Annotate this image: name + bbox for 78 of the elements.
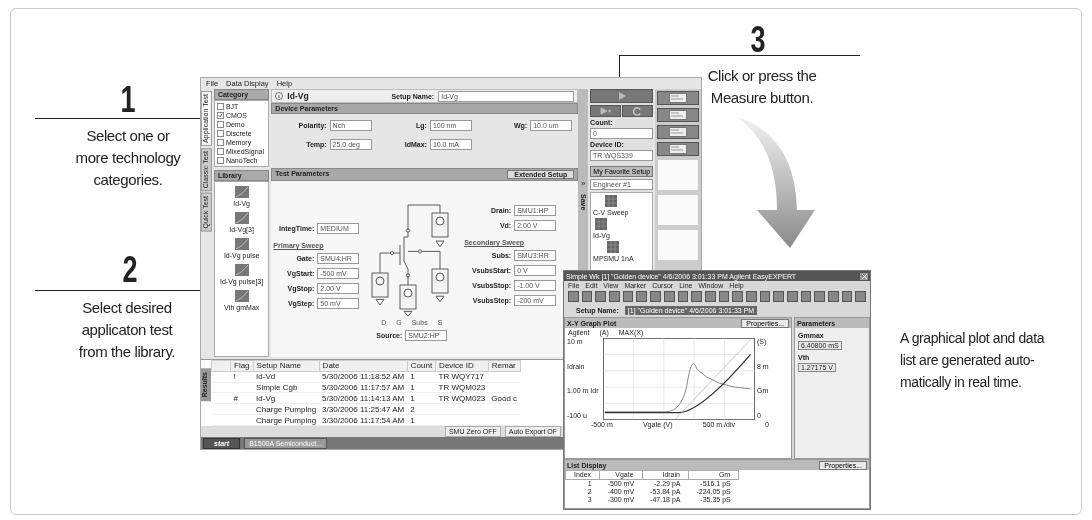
toolbar-icon[interactable] <box>759 291 771 302</box>
callout-text: Select one or more technology categories. <box>74 126 182 190</box>
graph-thumbnail-icon[interactable] <box>234 238 249 250</box>
toolbar-icon[interactable] <box>581 291 593 302</box>
table-cell: 1 <box>407 371 436 383</box>
table-cell: 5/30/2006 11:17:57 AM <box>319 382 408 393</box>
close-icon <box>861 273 867 279</box>
toolbar-icon[interactable] <box>595 291 607 302</box>
window-layout-icon[interactable] <box>657 91 699 105</box>
toolbar-icon[interactable] <box>814 291 826 302</box>
table-cell: Good c <box>488 393 521 404</box>
table-cell: Id-Vg <box>253 393 320 404</box>
toolbar-icon[interactable] <box>800 291 812 302</box>
table-cell: 5/30/2006 11:18:52 AM <box>319 371 408 383</box>
column-header[interactable]: Flag <box>230 360 254 372</box>
close-button[interactable] <box>860 272 868 280</box>
step-number: 3 <box>750 22 766 58</box>
refresh-icon <box>633 106 643 116</box>
toolbar-icon[interactable] <box>718 291 730 302</box>
column-header[interactable]: Device ID <box>435 360 489 372</box>
step-number: 1 <box>120 82 136 118</box>
graph-thumbnail-icon[interactable] <box>234 186 249 198</box>
toolbar-icon[interactable] <box>622 291 634 302</box>
grid-thumbnail-icon[interactable] <box>595 218 608 230</box>
toolbar-icon[interactable] <box>704 291 716 302</box>
toolbar-icon[interactable] <box>677 291 689 302</box>
table-cell: TR WQM023 <box>435 393 489 404</box>
grid-thumbnail-icon[interactable] <box>604 195 617 207</box>
grid-thumbnail-icon[interactable] <box>607 241 620 253</box>
table-cell: ! <box>230 371 254 383</box>
table-cell: Id-Vd <box>253 371 320 383</box>
checkbox[interactable] <box>216 130 224 137</box>
table-cell: TR WQY717 <box>435 371 489 383</box>
measure-button[interactable] <box>590 89 654 103</box>
table-cell: 1 <box>407 393 436 404</box>
graph-thumbnail-icon[interactable] <box>234 264 249 276</box>
window-layout-icon[interactable] <box>657 142 699 156</box>
checkbox[interactable] <box>216 103 224 110</box>
setup-title: Id-Vg <box>287 91 309 101</box>
append-button[interactable] <box>590 105 622 117</box>
toolbar-icon[interactable] <box>745 291 757 302</box>
table-cell: 1 <box>407 382 436 393</box>
callout-text: Select desired applicaton test from the library. <box>77 298 177 362</box>
table-cell: # <box>230 393 254 404</box>
checkbox[interactable] <box>216 139 224 146</box>
column-header[interactable]: Setup Name <box>253 360 320 372</box>
window-layout-icon[interactable] <box>657 125 699 139</box>
info-icon <box>275 92 284 100</box>
graph-thumbnail-icon[interactable] <box>234 290 249 302</box>
table-cell: 5/30/2006 11:14:13 AM <box>319 393 408 404</box>
repeat-button[interactable] <box>622 105 654 117</box>
toolbar-icon[interactable] <box>636 291 648 302</box>
table-cell: 3/30/2006 11:17:54 AM <box>319 414 408 426</box>
toolbar-icon[interactable] <box>663 291 675 302</box>
column-header[interactable]: Date <box>319 360 408 372</box>
graph-thumbnail-icon[interactable] <box>234 212 249 224</box>
play-plus-icon <box>599 107 612 115</box>
table-cell: Simple Cgb <box>253 382 320 393</box>
checkbox[interactable] <box>216 112 224 119</box>
callout-text: A graphical plot and data list are generated auto- matically in real time. <box>900 329 1046 392</box>
table-cell: 2 <box>407 403 436 415</box>
checkbox[interactable] <box>216 121 224 128</box>
table-cell: Charge Pumping <box>253 414 320 426</box>
table-cell: 3/30/2006 11:25:47 AM <box>319 403 408 415</box>
expand-glyph[interactable]: » <box>580 179 586 188</box>
step-number: 2 <box>122 252 138 288</box>
window-layout-icon[interactable] <box>657 108 699 122</box>
checkbox[interactable] <box>216 157 224 164</box>
table-cell: TR WQM023 <box>435 382 489 393</box>
toolbar-icon[interactable] <box>855 291 867 302</box>
column-header[interactable]: Count <box>407 360 436 372</box>
callout-text: Click or press the Measure button. <box>706 66 818 108</box>
table-cell: Charge Pumping <box>253 403 320 415</box>
play-icon <box>616 91 627 101</box>
toolbar-icon[interactable] <box>841 291 853 302</box>
column-header[interactable]: Remar <box>488 360 521 372</box>
table-cell: 1 <box>407 414 436 426</box>
checkbox[interactable] <box>216 148 224 155</box>
